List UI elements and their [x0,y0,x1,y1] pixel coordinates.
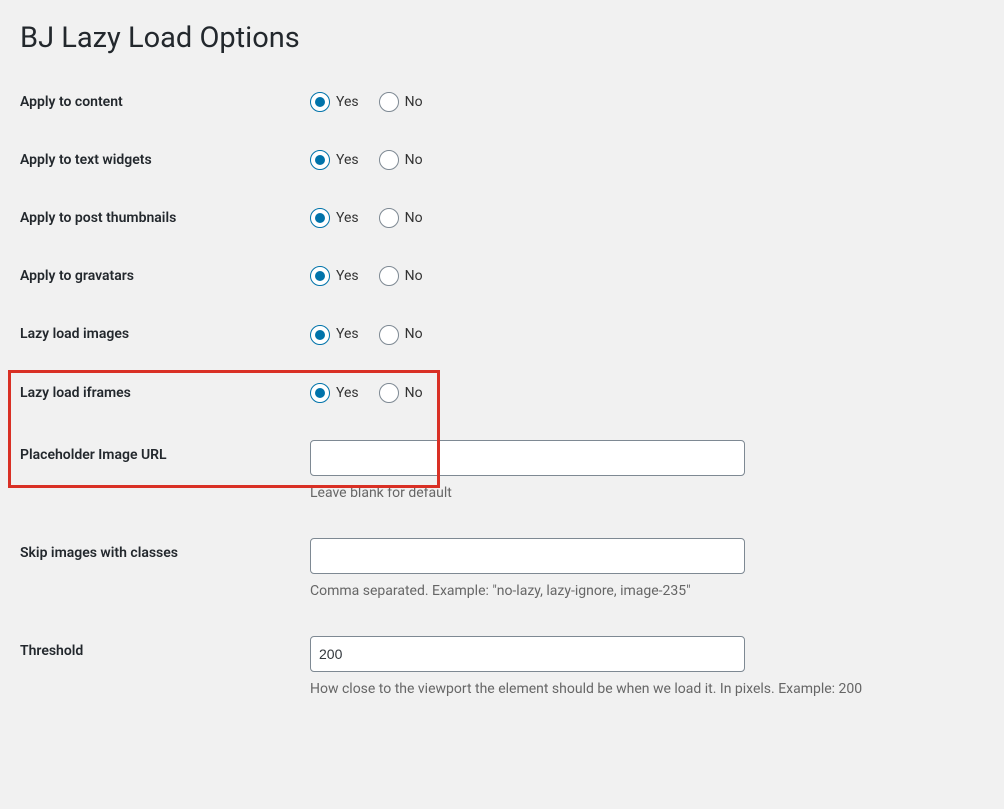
label-apply-text-widgets: Apply to text widgets [20,131,300,189]
radio-circle-icon [310,208,330,228]
input-threshold[interactable] [310,636,745,672]
radio-apply-content-yes[interactable]: Yes [310,92,375,112]
description-skip-classes: Comma separated. Example: "no-lazy, lazy… [310,582,974,600]
radio-lazy-iframes-yes[interactable]: Yes [310,383,375,403]
label-apply-post-thumbnails: Apply to post thumbnails [20,189,300,247]
radio-circle-icon [379,383,399,403]
label-skip-classes: Skip images with classes [20,520,300,618]
radio-circle-icon [310,325,330,345]
radio-apply-gravatars-yes[interactable]: Yes [310,266,375,286]
label-threshold: Threshold [20,618,300,716]
label-placeholder-url: Placeholder Image URL [20,422,300,520]
input-placeholder-url[interactable] [310,440,745,476]
page-title: BJ Lazy Load Options [20,0,984,73]
label-apply-content: Apply to content [20,73,300,131]
radio-apply-text-widgets-no[interactable]: No [379,150,439,170]
radio-circle-icon [310,266,330,286]
input-skip-classes[interactable] [310,538,745,574]
radio-circle-icon [310,383,330,403]
radio-circle-icon [379,208,399,228]
radio-apply-post-thumbnails-yes[interactable]: Yes [310,208,375,228]
radio-circle-icon [310,150,330,170]
radio-lazy-images-yes[interactable]: Yes [310,325,375,345]
radio-circle-icon [310,92,330,112]
label-lazy-iframes: Lazy load iframes [20,364,300,422]
radio-apply-post-thumbnails-no[interactable]: No [379,208,439,228]
radio-apply-content-no[interactable]: No [379,92,439,112]
description-placeholder-url: Leave blank for default [310,484,974,502]
label-apply-gravatars: Apply to gravatars [20,247,300,305]
radio-apply-gravatars-no[interactable]: No [379,266,439,286]
radio-circle-icon [379,150,399,170]
radio-circle-icon [379,325,399,345]
description-threshold: How close to the viewport the element sh… [310,680,974,698]
radio-lazy-iframes-no[interactable]: No [379,383,439,403]
radio-apply-text-widgets-yes[interactable]: Yes [310,150,375,170]
radio-lazy-images-no[interactable]: No [379,325,439,345]
radio-circle-icon [379,92,399,112]
radio-circle-icon [379,266,399,286]
label-lazy-images: Lazy load images [20,305,300,363]
